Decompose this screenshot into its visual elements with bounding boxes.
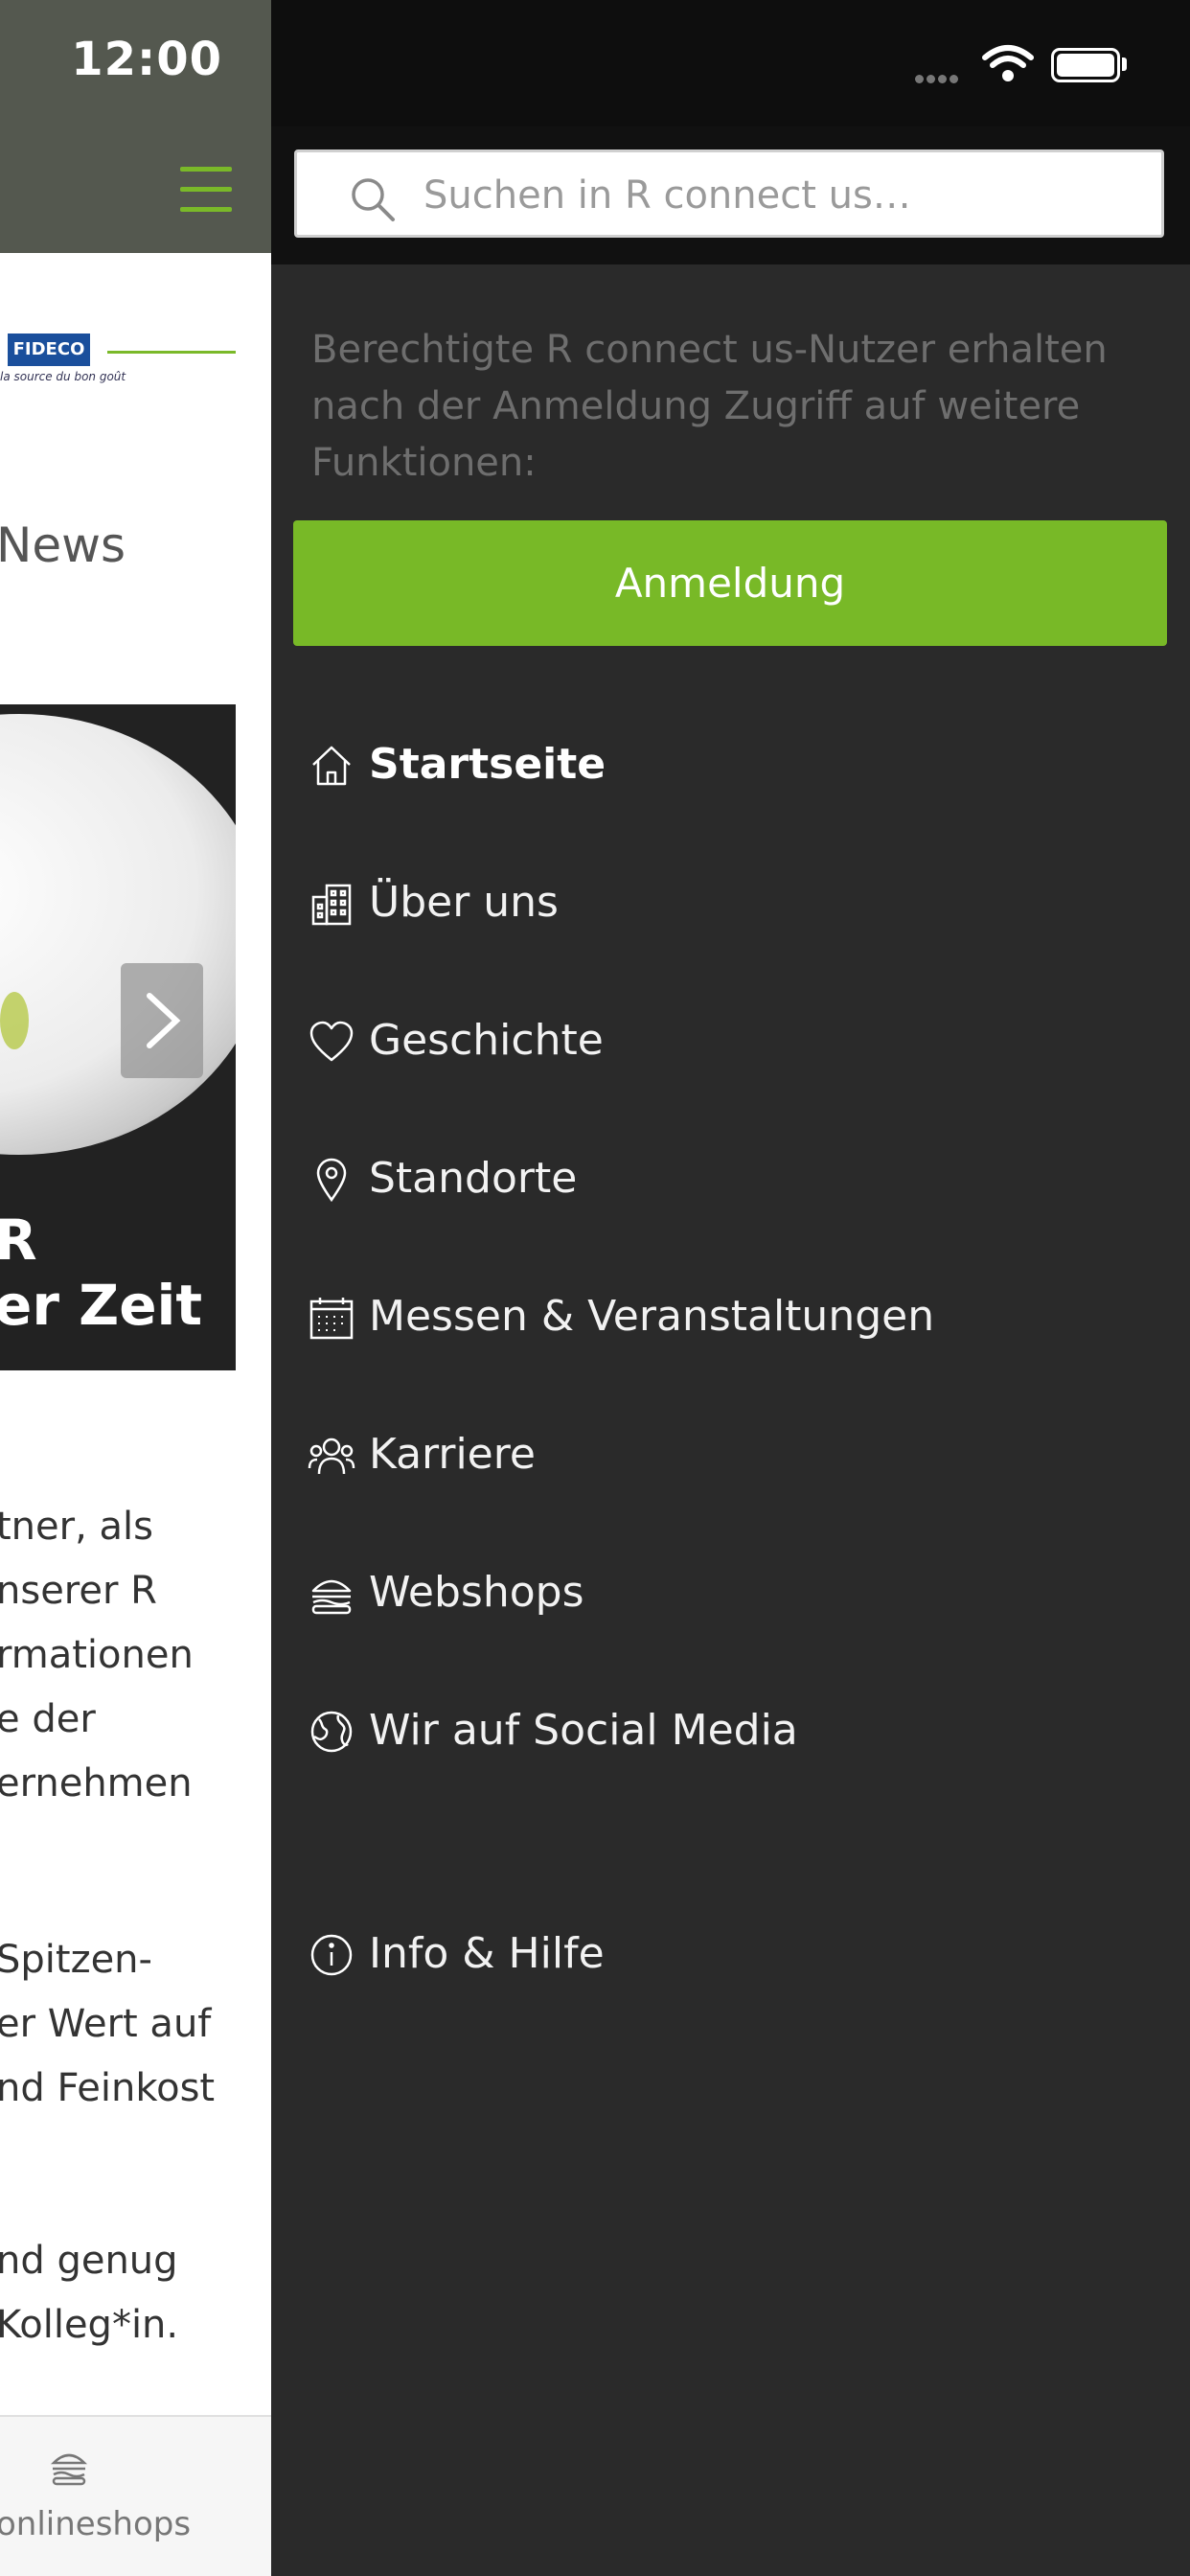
menu-item-label: Karriere <box>369 1430 536 1479</box>
body-line: er Wert auf <box>0 2002 212 2046</box>
login-button[interactable]: Anmeldung <box>293 520 1167 646</box>
menu-item-geschichte[interactable]: Geschichte <box>308 991 1151 1087</box>
globe-icon <box>310 1711 353 1753</box>
status-time: 12:00 <box>71 33 222 86</box>
menu-item-label: Webshops <box>369 1568 584 1617</box>
info-icon <box>310 1934 353 1976</box>
app-header: 12:00 <box>0 0 271 253</box>
home-icon <box>312 746 351 786</box>
body-line: Spitzen- <box>0 1938 152 1982</box>
search-input[interactable] <box>422 158 1154 233</box>
search-field[interactable] <box>294 150 1164 238</box>
body-paragraph: nd genug Kolleg*in. <box>0 2229 178 2358</box>
slider-image <box>0 714 236 1155</box>
logo-divider <box>107 351 236 354</box>
menu-item-label: Standorte <box>369 1154 578 1203</box>
slider-image-detail <box>0 992 29 1049</box>
body-line: tner, als <box>0 1505 153 1549</box>
menu-item-startseite[interactable]: Startseite <box>308 715 1151 811</box>
bottom-tab-bar: onlineshops <box>0 2415 271 2576</box>
chevron-right-icon <box>147 993 181 1048</box>
menu-item-label: Wir auf Social Media <box>369 1706 798 1755</box>
news-slider[interactable]: R er Zeit <box>0 704 236 1370</box>
battery-icon <box>1051 48 1120 82</box>
calendar-icon <box>309 1298 354 1340</box>
menu-item-label: Messen & Veranstaltungen <box>369 1292 935 1341</box>
body-line: e der <box>0 1697 96 1741</box>
building-icon <box>311 884 352 926</box>
menu-item-info-hilfe[interactable]: Info & Hilfe <box>308 1904 1151 2000</box>
slider-next-button[interactable] <box>121 963 203 1078</box>
burger-icon[interactable] <box>48 2446 90 2492</box>
menu-item-label: Info & Hilfe <box>369 1929 605 1978</box>
menu-item-social-media[interactable]: Wir auf Social Media <box>308 1681 1151 1777</box>
cellular-signal-icon <box>915 69 961 87</box>
body-line: Kolleg*in. <box>0 2303 179 2347</box>
menu-item-label: Startseite <box>369 740 606 789</box>
burger-icon <box>311 1579 352 1615</box>
status-bar <box>271 0 1190 126</box>
login-info-text: Berechtigte R connect us-Nutzer erhalten… <box>311 328 1108 485</box>
body-line: nserer R <box>0 1569 157 1613</box>
bottom-tab-label[interactable]: onlineshops <box>0 2505 191 2543</box>
people-icon <box>308 1438 355 1475</box>
menu-item-label: Über uns <box>369 878 559 927</box>
slider-caption-line: er Zeit <box>0 1273 203 1338</box>
menu-item-ueber-uns[interactable]: Über uns <box>308 853 1151 949</box>
logo-brand: FIDECO <box>8 334 90 366</box>
body-line: nd genug <box>0 2239 178 2283</box>
news-heading: News <box>0 518 126 573</box>
slider-caption-line: R <box>0 1208 37 1273</box>
search-icon <box>352 178 395 221</box>
heart-icon <box>309 1021 354 1062</box>
body-line: ernehmen <box>0 1761 193 1806</box>
menu-item-messen[interactable]: Messen & Veranstaltungen <box>308 1267 1151 1363</box>
background-page: 12:00 FIDECO la source du bon goût News … <box>0 0 271 2576</box>
hamburger-menu-icon[interactable] <box>180 167 232 213</box>
body-paragraph: Spitzen- er Wert auf nd Feinkost <box>0 1928 215 2121</box>
menu-item-standorte[interactable]: Standorte <box>308 1129 1151 1225</box>
company-logo: FIDECO la source du bon goût <box>0 324 271 393</box>
location-pin-icon <box>316 1158 347 1203</box>
body-paragraph: tner, als nserer R rmationen e der erneh… <box>0 1495 194 1816</box>
body-line: nd Feinkost <box>0 2066 216 2110</box>
body-line: rmationen <box>0 1633 194 1677</box>
menu-item-webshops[interactable]: Webshops <box>308 1543 1151 1639</box>
slider-caption: R er Zeit <box>0 1208 202 1338</box>
menu-item-karriere[interactable]: Karriere <box>308 1405 1151 1501</box>
battery-tip <box>1122 58 1127 71</box>
wifi-icon <box>982 45 1034 81</box>
logo-tagline: la source du bon goût <box>0 370 126 383</box>
search-bar <box>271 126 1190 264</box>
menu-item-label: Geschichte <box>369 1016 604 1065</box>
navigation-drawer: Berechtigte R connect us-Nutzer erhalten… <box>271 0 1190 2576</box>
